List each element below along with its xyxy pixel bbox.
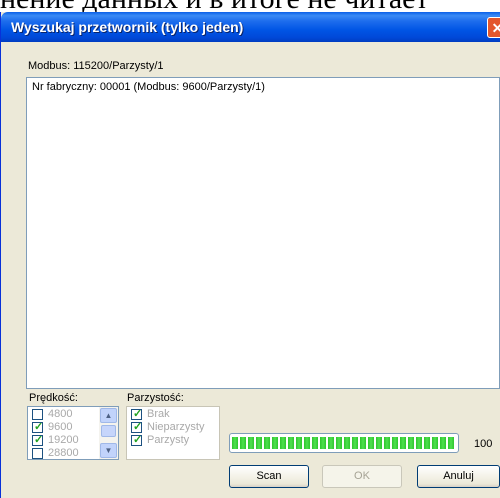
progress-value: 100: [474, 438, 493, 450]
chevron-up-icon: ▲: [104, 411, 113, 420]
speed-scrollbar[interactable]: ▲ ▼: [99, 407, 118, 459]
checkbox[interactable]: ✓: [131, 421, 143, 433]
cancel-button[interactable]: Anuluj: [417, 465, 500, 488]
speed-label: Prędkość:: [29, 392, 78, 404]
speed-checklist[interactable]: 4800 ✓ 9600 ✓ 19200 28800 ▲ ▼: [27, 406, 119, 460]
scroll-up-button[interactable]: ▲: [100, 408, 117, 423]
title-bar[interactable]: Wyszukaj przetwornik (tylko jeden) ✕: [1, 12, 500, 42]
checkbox[interactable]: ✓: [131, 408, 143, 420]
ok-button[interactable]: OK: [322, 465, 402, 488]
checkmark-icon: ✓: [133, 434, 143, 446]
progress-fill: [232, 437, 456, 449]
chevron-down-icon: ▼: [104, 446, 113, 455]
checkmark-icon: ✓: [133, 421, 143, 433]
checkmark-icon: ✓: [34, 421, 44, 433]
scan-progress-bar: [229, 433, 459, 453]
close-icon: ✕: [491, 20, 500, 36]
connection-settings-label: Modbus: 115200/Parzysty/1: [28, 60, 164, 72]
checkbox[interactable]: [32, 448, 43, 459]
scan-button[interactable]: Scan: [229, 465, 309, 488]
close-button[interactable]: ✕: [487, 17, 500, 38]
checkbox[interactable]: [32, 409, 43, 420]
checkbox[interactable]: ✓: [32, 434, 44, 446]
parity-checklist[interactable]: ✓ Brak ✓ Nieparzysty ✓ Parzysty: [126, 406, 220, 460]
checkbox[interactable]: ✓: [131, 434, 143, 446]
parity-label: Parzystość:: [127, 392, 184, 404]
list-item[interactable]: Nr fabryczny: 00001 (Modbus: 9600/Parzys…: [32, 81, 265, 93]
scroll-down-button[interactable]: ▼: [100, 443, 117, 458]
dialog-title: Wyszukaj przetwornik (tylko jeden): [11, 19, 244, 35]
checkbox[interactable]: ✓: [32, 421, 44, 433]
results-listbox[interactable]: Nr fabryczny: 00001 (Modbus: 9600/Parzys…: [26, 77, 500, 389]
scroll-thumb[interactable]: [101, 425, 116, 437]
checkmark-icon: ✓: [34, 434, 44, 446]
checkmark-icon: ✓: [133, 408, 143, 420]
